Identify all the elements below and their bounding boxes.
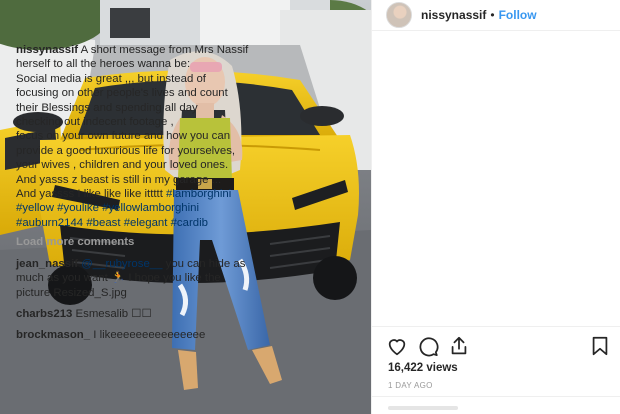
- comment-mention[interactable]: @__rubyrose__: [81, 258, 162, 270]
- caption-line: And yasss z beast is still in my garage …: [16, 173, 222, 186]
- hashtag-yellowlamborghini[interactable]: #yellowlamborghini: [102, 202, 199, 214]
- heart-icon[interactable]: [386, 335, 408, 357]
- caption-first-line: nissynassif A short message from Mrs Nas…: [16, 43, 248, 57]
- comment-line: charbs213 Esmesalib ☐☐: [16, 307, 242, 321]
- follow-button[interactable]: Follow: [499, 8, 537, 22]
- caption-line: your wives , children and your loved one…: [16, 159, 229, 172]
- comment-item: brockmason_ I likeeeeeeeeeeeeeee: [16, 328, 242, 342]
- comment-line: brockmason_ I likeeeeeeeeeeeeeee: [16, 328, 242, 342]
- caption-line: their Blessings and spending all day: [16, 101, 198, 114]
- hashtag-auburn2144[interactable]: #auburn2144: [16, 217, 83, 229]
- comments-section: nissynassif A short message from Mrs Nas…: [16, 43, 248, 343]
- hashtag-beast[interactable]: #beast: [86, 217, 120, 229]
- caption: nissynassif A short message from Mrs Nas…: [16, 43, 248, 230]
- caption-line: Social media is great ,,, but instead of: [16, 72, 206, 85]
- share-icon[interactable]: [448, 335, 470, 357]
- caption-line: herself to all the heroes wanna be:: [16, 58, 191, 71]
- bookmark-icon[interactable]: [589, 335, 611, 357]
- comment-line: picture Resized_S.jpg: [16, 286, 127, 299]
- view-count[interactable]: 16,422 views: [388, 362, 458, 374]
- comment-line: jean_nassif @__rubyrose__ you can hide a…: [16, 257, 246, 271]
- caption-line: #yellow #youlike #yellowlamborghini: [16, 201, 242, 215]
- load-more-comments-button[interactable]: Load more comments: [16, 235, 242, 249]
- caption-line: focusing on other people's lives and cou…: [16, 87, 228, 100]
- actions-divider: [371, 326, 620, 327]
- hashtag-yellow[interactable]: #yellow: [16, 202, 54, 214]
- action-bar: [386, 335, 611, 357]
- caption-line: focus on your own future and how you can: [16, 130, 231, 143]
- caption-line: #auburn2144 #beast #elegant #cardib: [16, 216, 242, 230]
- comment-item: jean_nassif @__rubyrose__ you can hide a…: [16, 257, 246, 300]
- comment-box-divider: [371, 396, 620, 397]
- comment-username[interactable]: brockmason_: [16, 329, 90, 341]
- avatar[interactable]: [386, 2, 412, 28]
- comment-icon[interactable]: [417, 335, 439, 357]
- comment-line: much as you want 🏃 I hope you like the: [16, 272, 221, 285]
- comment-text: I likeeeeeeeeeeeeeee: [90, 329, 206, 342]
- header-username[interactable]: nissynassif: [421, 8, 486, 22]
- caption-line: And yassss I like like like ittttt #lamb…: [16, 187, 242, 201]
- comment-username[interactable]: charbs213: [16, 308, 72, 320]
- caption-username[interactable]: nissynassif: [16, 44, 78, 56]
- caption-text: A short message from Mrs Nassif: [80, 44, 249, 56]
- header-separator: •: [490, 8, 495, 22]
- caption-text: And yassss I like like like ittttt: [16, 188, 163, 201]
- post-timestamp[interactable]: 1 DAY AGO: [388, 381, 433, 390]
- hashtag-youlike[interactable]: #youlike: [57, 202, 99, 214]
- hashtag-elegant[interactable]: #elegant: [124, 217, 168, 229]
- comment-text: Esmesalib ☐☐: [72, 307, 152, 320]
- comment-text: you can hide as: [162, 257, 246, 270]
- caption-line: checking out indecent footage ,: [16, 116, 174, 129]
- caption-line: provide a good luxurious life for yourse…: [16, 144, 236, 157]
- post-header: nissynassif • Follow: [372, 0, 620, 31]
- comment-item: charbs213 Esmesalib ☐☐: [16, 307, 242, 321]
- hashtag-lamborghini[interactable]: #lamborghini: [166, 188, 231, 200]
- hashtag-cardib[interactable]: #cardib: [171, 217, 208, 229]
- comment-username[interactable]: jean_nassif: [16, 258, 78, 270]
- add-comment-placeholder[interactable]: [388, 406, 458, 410]
